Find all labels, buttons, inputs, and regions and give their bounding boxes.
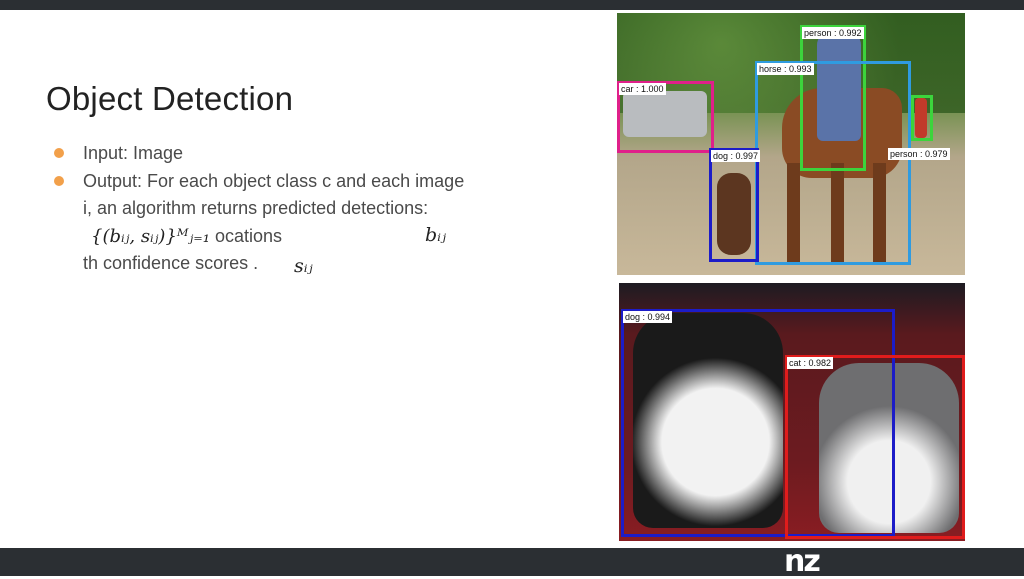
bbox-label: person : 0.979 xyxy=(888,148,950,160)
bullet-output: Output: For each object class c and each… xyxy=(54,168,474,278)
box-variable-formula: bᵢⱼ xyxy=(425,224,447,246)
detection-image-dog-cat: dog : 0.994 cat : 0.982 xyxy=(619,283,965,541)
bullet-input-text: Input: Image xyxy=(83,143,184,163)
brand-logo: nz xyxy=(784,544,821,579)
bbox-label: horse : 0.993 xyxy=(757,63,814,75)
bbox-label: car : 1.000 xyxy=(619,83,666,95)
detection-image-horse-scene: person : 0.992 horse : 0.993 car : 1.000… xyxy=(617,13,965,275)
bbox-label: dog : 0.997 xyxy=(711,150,761,162)
score-variable-formula: sᵢⱼ xyxy=(294,255,313,277)
bbox-car: car : 1.000 xyxy=(617,81,714,153)
bbox-cat: cat : 0.982 xyxy=(785,355,965,539)
bottom-bar xyxy=(0,548,1024,576)
slide-title: Object Detection xyxy=(46,80,294,118)
bbox-horse: horse : 0.993 xyxy=(755,61,911,265)
detection-set-formula: {(bᵢⱼ, sᵢⱼ)}ᴹⱼ₌₁ xyxy=(91,225,210,247)
bbox-person-background: person : 0.979 xyxy=(888,95,950,160)
bullet-output-fragment-period: . xyxy=(253,253,259,273)
bbox-dog: dog : 0.997 xyxy=(709,148,761,262)
bullet-output-fragment-ocations: ocations xyxy=(215,225,283,246)
bbox-label: cat : 0.982 xyxy=(787,357,834,369)
bullet-output-fragment-confidence: th confidence scores xyxy=(83,253,249,273)
top-bar xyxy=(0,0,1024,10)
bbox-label: person : 0.992 xyxy=(802,27,864,39)
bullet-output-text: Output: For each object class c and each… xyxy=(83,170,465,219)
bullet-input: Input: Image xyxy=(54,140,474,168)
bullet-dot xyxy=(54,148,64,158)
bbox-label: dog : 0.994 xyxy=(623,311,673,323)
bullet-dot xyxy=(54,175,64,186)
bullet-list: Input: Image Output: For each object cla… xyxy=(54,140,474,278)
